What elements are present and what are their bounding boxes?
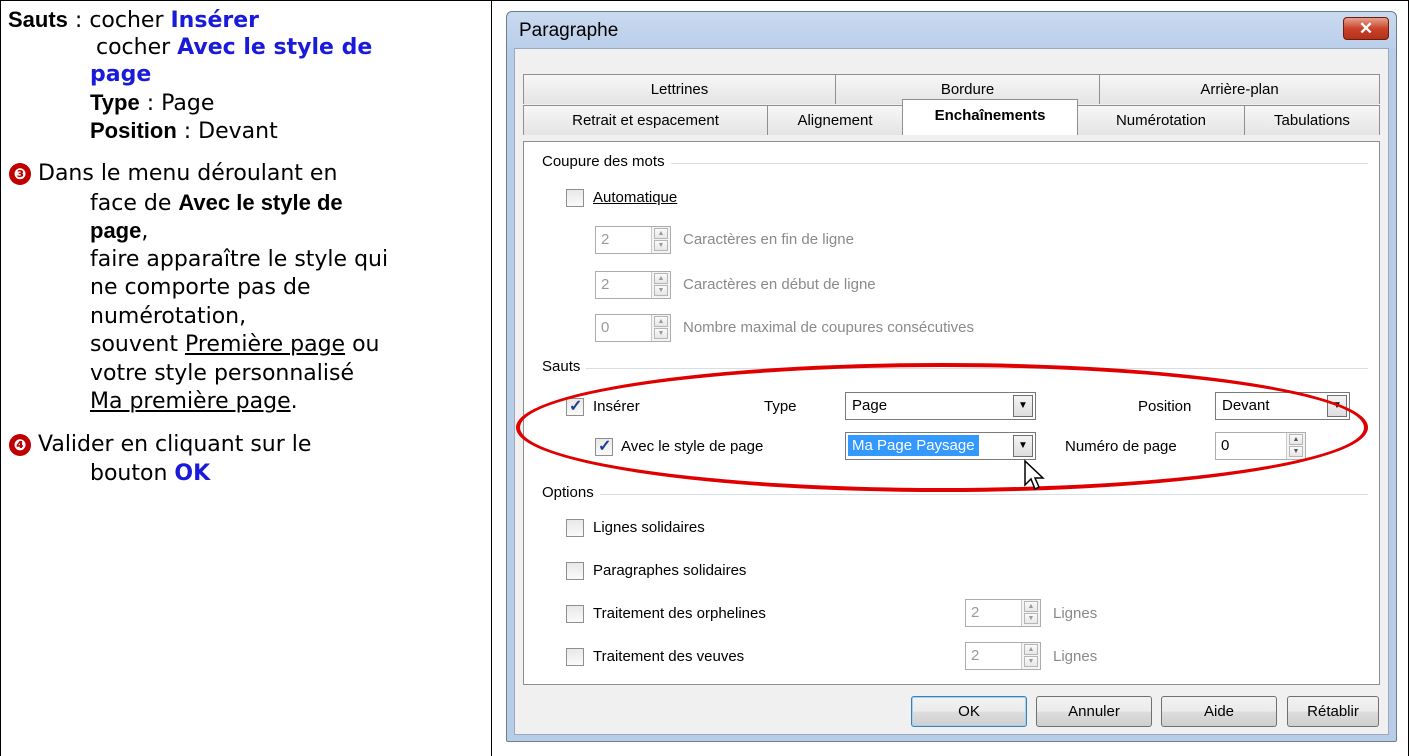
- tab-tabulations[interactable]: Tabulations: [1244, 105, 1380, 135]
- tab-arriere-plan[interactable]: Arrière-plan: [1099, 74, 1380, 104]
- widows-spin[interactable]: 2 ▲ ▼: [965, 642, 1041, 670]
- position-label: Position: [1138, 398, 1192, 415]
- insert-break-label: Insérer: [593, 398, 640, 415]
- instr-line-page: page: [90, 62, 152, 87]
- chars-start-spin[interactable]: 2 ▲ ▼: [595, 271, 671, 299]
- instr-line-sauts: Sauts : cocher Insérer: [8, 7, 259, 33]
- tab-enchainements[interactable]: Enchaînements: [902, 99, 1078, 135]
- spin-arrows: ▲ ▼: [651, 272, 670, 298]
- orphans-unit: Lignes: [1053, 605, 1098, 622]
- chars-start-label: Caractères en début de ligne: [683, 276, 876, 293]
- breaks-heading: Sauts: [542, 358, 587, 375]
- instr-line-ma: Ma première page.: [90, 389, 298, 414]
- with-page-style-label: Avec le style de page: [621, 438, 764, 455]
- chars-end-label: Caractères en fin de ligne: [683, 231, 854, 248]
- keep-lines-checkbox[interactable]: [566, 519, 584, 537]
- type-label: Type: [764, 398, 797, 415]
- paragraph-dialog: Paragraphe ✕ Lettrines Bordure Arrière-p…: [506, 11, 1397, 742]
- chevron-down-icon[interactable]: ▼: [1013, 395, 1033, 417]
- close-button[interactable]: ✕: [1343, 17, 1389, 40]
- tab-alignement[interactable]: Alignement: [767, 105, 903, 135]
- instr-line-face: face de Avec le style de: [90, 190, 343, 216]
- spin-down-icon[interactable]: ▼: [1024, 613, 1038, 624]
- instr-line-cocher: cocher Avec le style de: [96, 35, 373, 60]
- automatic-checkbox[interactable]: [566, 189, 584, 207]
- instr-line-page2: page,: [90, 218, 149, 244]
- spin-arrows: ▲ ▼: [651, 315, 670, 341]
- breaks-separator: [542, 368, 1368, 369]
- spin-up-icon[interactable]: ▲: [1024, 601, 1038, 612]
- max-hyphens-label: Nombre maximal de coupures consécutives: [683, 319, 974, 336]
- max-hyphens-spin[interactable]: 0 ▲ ▼: [595, 314, 671, 342]
- keep-lines-label: Lignes solidaires: [593, 519, 705, 536]
- step-3-icon: ❸: [9, 163, 31, 185]
- tab-panel-enchainements: Coupure des mots Automatique 2 ▲ ▼ Caract…: [523, 141, 1380, 685]
- orphans-checkbox[interactable]: [566, 605, 584, 623]
- orphans-spin[interactable]: 2 ▲ ▼: [965, 599, 1041, 627]
- ok-button[interactable]: OK: [911, 696, 1027, 727]
- spin-down-icon[interactable]: ▼: [654, 328, 668, 339]
- chars-end-spin[interactable]: 2 ▲ ▼: [595, 226, 671, 254]
- help-button[interactable]: Aide: [1161, 696, 1277, 727]
- instr-line-ne: ne comporte pas de: [90, 275, 311, 300]
- instr-step3: ❸ Dans le menu déroulant en: [9, 160, 337, 187]
- widows-checkbox[interactable]: [566, 648, 584, 666]
- break-position-select[interactable]: Devant ▼: [1215, 392, 1350, 420]
- automatic-label: Automatique: [593, 189, 678, 206]
- with-page-style-checkbox[interactable]: [595, 436, 613, 456]
- spin-down-icon[interactable]: ▼: [1289, 446, 1303, 457]
- page-style-select[interactable]: Ma Page Paysage ▼: [845, 432, 1036, 460]
- instr-line-bouton: bouton OK: [90, 461, 211, 486]
- spin-up-icon[interactable]: ▲: [654, 273, 668, 284]
- spin-down-icon[interactable]: ▼: [1024, 656, 1038, 667]
- spin-down-icon[interactable]: ▼: [654, 240, 668, 251]
- dialog-client: Lettrines Bordure Arrière-plan Retrait e…: [514, 48, 1389, 735]
- spin-arrows: ▲ ▼: [1021, 643, 1040, 669]
- reset-button[interactable]: Rétablir: [1287, 696, 1379, 727]
- close-icon: ✕: [1358, 19, 1374, 38]
- dialog-title: Paragraphe: [519, 20, 619, 41]
- tab-numerotation[interactable]: Numérotation: [1077, 105, 1245, 135]
- mouse-pointer-icon: [1024, 459, 1045, 491]
- instr-line-souvent: souvent Première page ou: [90, 332, 380, 357]
- spin-up-icon[interactable]: ▲: [1024, 644, 1038, 655]
- spin-arrows: ▲ ▼: [651, 227, 670, 253]
- options-separator: [542, 494, 1368, 495]
- spin-arrows: ▲ ▼: [1286, 433, 1305, 459]
- instr-step4: ❹ Valider en cliquant sur le: [9, 431, 311, 458]
- hyphenation-heading: Coupure des mots: [542, 153, 671, 170]
- instr-line-position: Position : Devant: [90, 118, 278, 144]
- page-number-label: Numéro de page: [1065, 438, 1177, 455]
- column-divider: [491, 0, 492, 756]
- orphans-label: Traitement des orphelines: [593, 605, 766, 622]
- step-4-icon: ❹: [9, 434, 31, 456]
- keep-paragraphs-label: Paragraphes solidaires: [593, 562, 747, 579]
- page-number-spin[interactable]: 0 ▲ ▼: [1215, 432, 1306, 460]
- chevron-down-icon[interactable]: ▼: [1013, 435, 1033, 457]
- tab-retrait-espacement[interactable]: Retrait et espacement: [523, 105, 768, 135]
- options-heading: Options: [542, 484, 600, 501]
- insert-break-checkbox[interactable]: [566, 396, 584, 416]
- tab-lettrines[interactable]: Lettrines: [523, 74, 836, 104]
- instr-line-faire: faire apparaître le style qui: [90, 247, 389, 272]
- cancel-button[interactable]: Annuler: [1036, 696, 1152, 727]
- keep-paragraphs-checkbox[interactable]: [566, 562, 584, 580]
- spin-arrows: ▲ ▼: [1021, 600, 1040, 626]
- instr-line-type: Type : Page: [90, 90, 215, 116]
- instr-line-votre: votre style personnalisé: [90, 361, 354, 386]
- spin-up-icon[interactable]: ▲: [654, 316, 668, 327]
- spin-down-icon[interactable]: ▼: [654, 285, 668, 296]
- instr-line-numerotation: numérotation,: [90, 304, 247, 329]
- widows-unit: Lignes: [1053, 648, 1098, 665]
- spin-up-icon[interactable]: ▲: [1289, 434, 1303, 445]
- dialog-titlebar[interactable]: Paragraphe ✕: [507, 12, 1396, 48]
- break-type-select[interactable]: Page ▼: [845, 392, 1036, 420]
- spin-up-icon[interactable]: ▲: [654, 228, 668, 239]
- chevron-down-icon[interactable]: ▼: [1327, 395, 1347, 417]
- widows-label: Traitement des veuves: [593, 648, 745, 665]
